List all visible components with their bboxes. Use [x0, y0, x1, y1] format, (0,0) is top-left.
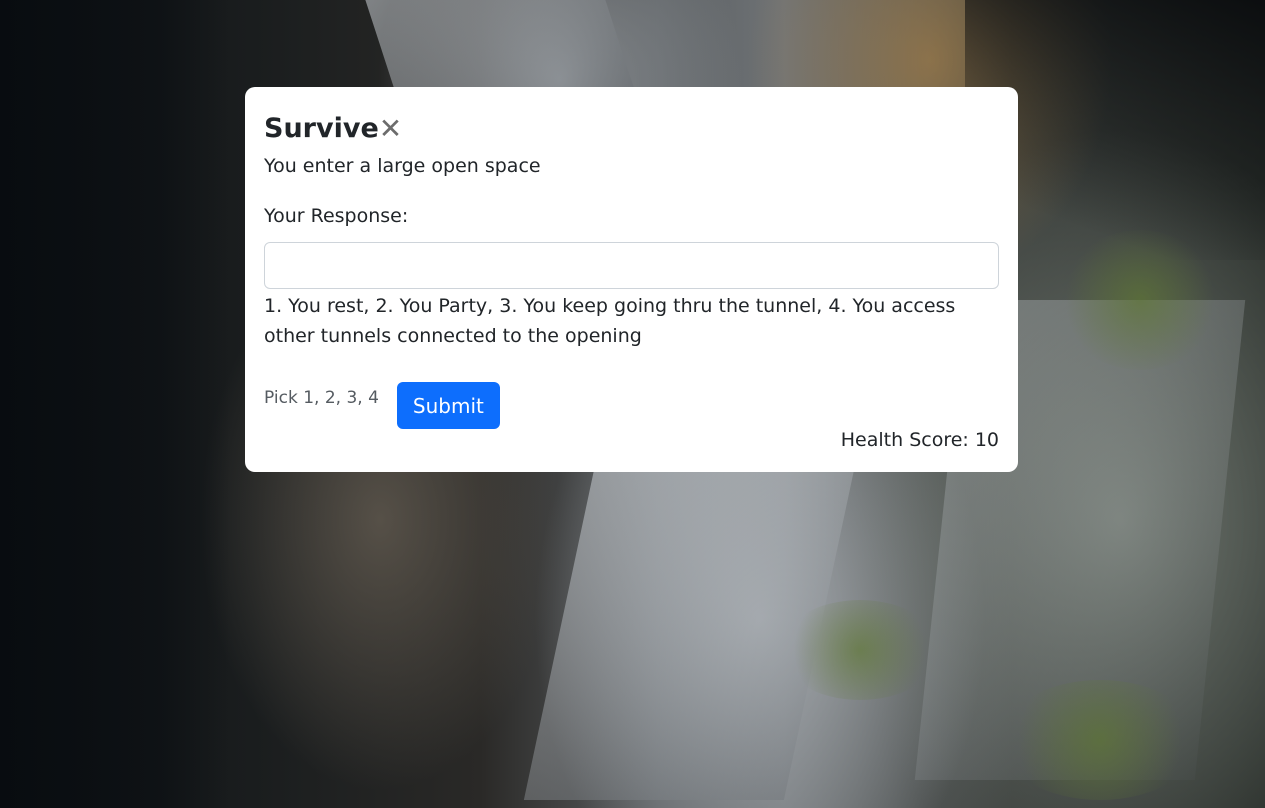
response-input[interactable] [264, 242, 999, 289]
moss-patch [1000, 680, 1200, 800]
game-modal: Survive ✕ You enter a large open space Y… [245, 87, 1018, 472]
game-title: Survive [264, 113, 379, 144]
response-label: Your Response: [264, 205, 409, 227]
pick-hint: Pick 1, 2, 3, 4 [264, 388, 379, 408]
scene-description: You enter a large open space [264, 155, 541, 177]
moss-patch [780, 600, 940, 700]
health-score: Health Score: 10 [841, 427, 999, 453]
health-score-value: 10 [974, 429, 999, 451]
options-text: 1. You rest, 2. You Party, 3. You keep g… [264, 295, 956, 347]
close-icon[interactable]: ✕ [379, 111, 402, 147]
health-score-label: Health Score: [840, 429, 969, 451]
action-row: Pick 1, 2, 3, 4 Submit [264, 382, 999, 429]
submit-button[interactable]: Submit [396, 382, 500, 429]
left-shadow [0, 0, 230, 808]
modal-header: Survive ✕ [264, 111, 999, 147]
rock-highlight [365, 0, 635, 90]
